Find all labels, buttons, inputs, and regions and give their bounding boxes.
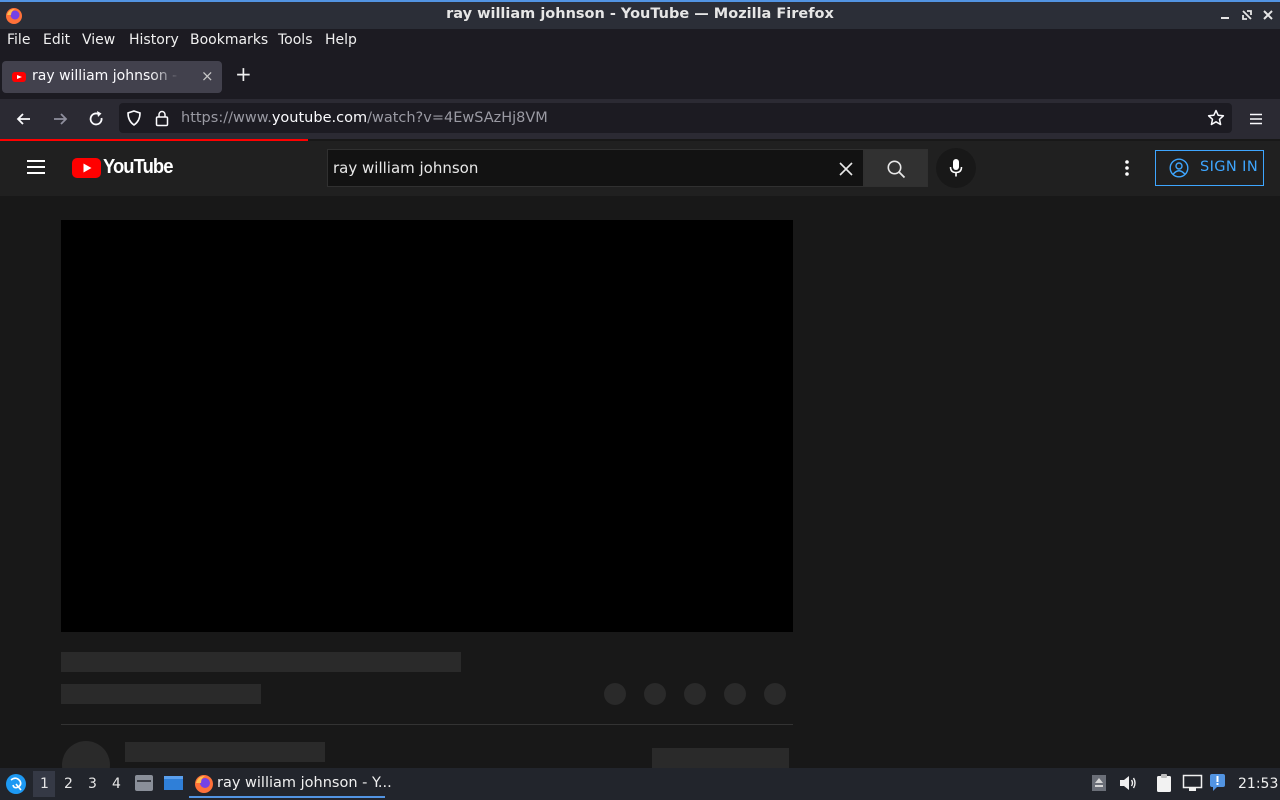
account-icon	[1169, 158, 1189, 178]
window-title: ray william johnson - YouTube — Mozilla …	[446, 6, 834, 22]
action-placeholder	[604, 683, 626, 705]
firefox-icon	[195, 775, 213, 793]
menu-help[interactable]: Help	[325, 32, 357, 48]
action-placeholder	[684, 683, 706, 705]
microphone-icon	[949, 159, 963, 177]
youtube-header: YouTube ray william johnson SIGN IN	[0, 141, 1280, 196]
action-placeholder	[724, 683, 746, 705]
tab-close-button[interactable]: ×	[201, 67, 214, 85]
close-icon[interactable]	[1261, 8, 1275, 22]
clipboard-icon[interactable]	[1155, 773, 1175, 793]
workspace-2[interactable]: 2	[64, 776, 73, 792]
url-prefix: https://www.	[181, 110, 272, 126]
youtube-logo-text: YouTube	[103, 156, 173, 178]
url-bar[interactable]: https://www.youtube.com/watch?v=4EwSAzHj…	[119, 103, 1232, 133]
divider	[61, 724, 793, 725]
menu-view[interactable]: View	[82, 32, 115, 48]
clock: 21:53	[1238, 776, 1279, 792]
active-task-indicator	[189, 796, 385, 798]
clear-search-icon[interactable]	[838, 161, 854, 177]
sign-in-button[interactable]: SIGN IN	[1155, 150, 1264, 186]
window-titlebar: ray william johnson - YouTube — Mozilla …	[0, 0, 1280, 29]
url-text[interactable]: https://www.youtube.com/watch?v=4EwSAzHj…	[181, 110, 548, 126]
desktop-icon[interactable]	[163, 774, 184, 792]
menu-bar: File Edit View History Bookmarks Tools H…	[0, 29, 1280, 53]
app-menu-icon[interactable]	[1246, 109, 1266, 129]
menu-file[interactable]: File	[7, 32, 30, 48]
new-tab-button[interactable]: +	[235, 64, 252, 84]
menu-edit[interactable]: Edit	[43, 32, 70, 48]
taskbar-task-title: ray william johnson - Y...	[217, 775, 392, 791]
video-player[interactable]	[61, 220, 793, 632]
subscribe-placeholder	[652, 748, 789, 768]
voice-search-button[interactable]	[936, 148, 976, 188]
channel-name-placeholder	[125, 742, 325, 762]
url-path: /watch?v=4EwSAzHj8VM	[367, 110, 548, 126]
menu-tools[interactable]: Tools	[278, 32, 313, 48]
action-placeholder	[764, 683, 786, 705]
volume-icon[interactable]	[1118, 774, 1138, 792]
taskbar: 1 2 3 4 ray william johnson - Y... 21:53	[0, 768, 1280, 800]
forward-icon[interactable]	[50, 109, 70, 129]
taskbar-firefox-window[interactable]: ray william johnson - Y...	[189, 769, 392, 799]
search-input[interactable]: ray william johnson	[327, 149, 864, 187]
sign-in-label: SIGN IN	[1200, 159, 1259, 175]
youtube-logo[interactable]: YouTube	[72, 156, 173, 181]
workspace-1[interactable]: 1	[40, 776, 49, 792]
menu-bookmarks[interactable]: Bookmarks	[190, 32, 268, 48]
youtube-favicon-icon	[12, 72, 26, 82]
tab-title: ray william johnson - YouTube	[32, 68, 180, 84]
start-menu-icon[interactable]	[5, 773, 27, 795]
back-icon[interactable]	[14, 109, 34, 129]
file-manager-icon[interactable]	[134, 774, 154, 792]
network-icon[interactable]	[1182, 774, 1203, 792]
search-button[interactable]	[864, 149, 928, 187]
notification-icon[interactable]	[1209, 773, 1229, 793]
lock-icon[interactable]	[154, 109, 170, 127]
minimize-icon[interactable]	[1218, 8, 1232, 22]
action-placeholder	[644, 683, 666, 705]
tab-youtube[interactable]: ray william johnson - YouTube ×	[2, 61, 222, 93]
tray-updates-icon[interactable]	[1091, 774, 1107, 792]
tab-strip: ray william johnson - YouTube × +	[0, 53, 1280, 99]
restore-icon[interactable]	[1240, 8, 1254, 22]
reload-icon[interactable]	[86, 109, 106, 129]
menu-history[interactable]: History	[129, 32, 179, 48]
navigation-bar: https://www.youtube.com/watch?v=4EwSAzHj…	[0, 99, 1280, 139]
shield-icon[interactable]	[125, 109, 143, 127]
more-vert-icon[interactable]	[1119, 158, 1135, 178]
search-input-value[interactable]: ray william johnson	[333, 159, 478, 177]
title-placeholder	[61, 652, 461, 672]
bookmark-star-icon[interactable]	[1207, 109, 1225, 127]
hamburger-menu-icon[interactable]	[26, 158, 46, 176]
workspace-3[interactable]: 3	[88, 776, 97, 792]
url-host: youtube.com	[271, 110, 368, 126]
youtube-logo-icon	[72, 158, 101, 178]
meta-placeholder	[61, 684, 261, 704]
workspace-4[interactable]: 4	[112, 776, 121, 792]
search-icon	[887, 160, 906, 179]
